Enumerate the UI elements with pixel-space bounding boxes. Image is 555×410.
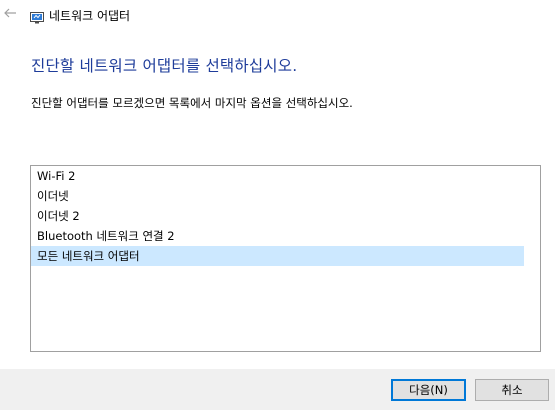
list-item-wifi-2[interactable]: Wi-Fi 2 [31, 166, 524, 186]
list-scrollbar[interactable] [524, 166, 540, 351]
adapter-list: Wi-Fi 2 이더넷 이더넷 2 Bluetooth 네트워크 연결 2 모든… [31, 166, 524, 351]
button-footer: 다음(N) 취소 [0, 369, 555, 410]
instruction-text: 진단할 어댑터를 모르겠으면 목록에서 마지막 옵션을 선택하십시오. [31, 96, 353, 110]
arrow-left-icon [4, 8, 16, 18]
back-button[interactable] [2, 6, 18, 22]
adapter-listbox[interactable]: Wi-Fi 2 이더넷 이더넷 2 Bluetooth 네트워크 연결 2 모든… [30, 165, 541, 352]
list-item-bluetooth-network[interactable]: Bluetooth 네트워크 연결 2 [31, 226, 524, 246]
title-bar: 네트워크 어댑터 [0, 0, 555, 32]
network-diagnostics-icon [30, 9, 44, 24]
list-item-ethernet[interactable]: 이더넷 [31, 186, 524, 206]
list-item-ethernet-2[interactable]: 이더넷 2 [31, 206, 524, 226]
page-heading: 진단할 네트워크 어댑터를 선택하십시오. [31, 57, 298, 75]
cancel-button[interactable]: 취소 [475, 379, 549, 401]
next-button[interactable]: 다음(N) [391, 379, 466, 401]
list-item-all-adapters[interactable]: 모든 네트워크 어댑터 [31, 246, 524, 266]
window-title: 네트워크 어댑터 [49, 9, 131, 23]
